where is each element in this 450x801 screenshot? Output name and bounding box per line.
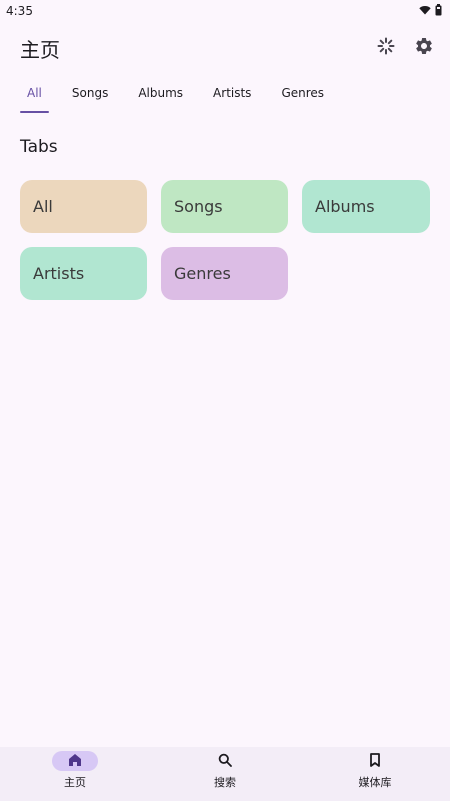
app-bar-actions [374, 36, 436, 60]
nav-search[interactable]: 搜索 [175, 751, 275, 790]
nav-search-pill [202, 751, 248, 771]
nav-home-label: 主页 [64, 776, 86, 789]
app-bar: 主页 [0, 28, 450, 68]
shuffle-icon [377, 37, 395, 59]
gear-icon [414, 36, 434, 60]
shuffle-button[interactable] [374, 36, 398, 60]
bottom-navigation: 主页 搜索 媒体库 [0, 747, 450, 801]
search-icon [218, 752, 232, 771]
tab-albums[interactable]: Albums [131, 80, 190, 108]
status-bar: 4:35 [0, 0, 450, 22]
home-icon [68, 752, 82, 771]
nav-home-pill [52, 751, 98, 771]
nav-library[interactable]: 媒体库 [325, 751, 425, 790]
bookmark-icon [369, 752, 381, 771]
section-title: Tabs [20, 137, 58, 157]
tab-artists[interactable]: Artists [206, 80, 258, 108]
tabs-chip-grid: All Songs Albums Artists Genres [20, 180, 430, 300]
nav-library-pill [352, 751, 398, 771]
nav-library-label: 媒体库 [358, 776, 392, 789]
tab-all[interactable]: All [20, 80, 49, 113]
status-time: 4:35 [6, 4, 33, 18]
chip-albums[interactable]: Albums [302, 180, 430, 233]
chip-genres[interactable]: Genres [161, 247, 288, 300]
tab-genres[interactable]: Genres [274, 80, 331, 108]
nav-search-label: 搜索 [214, 776, 236, 789]
wifi-icon [419, 4, 431, 18]
page-title: 主页 [20, 37, 60, 62]
chip-artists[interactable]: Artists [20, 247, 147, 300]
status-icons [419, 3, 442, 19]
chip-songs[interactable]: Songs [161, 180, 288, 233]
tab-songs[interactable]: Songs [65, 80, 115, 108]
battery-icon [435, 3, 442, 19]
chip-all[interactable]: All [20, 180, 147, 233]
settings-button[interactable] [412, 36, 436, 60]
nav-home[interactable]: 主页 [25, 751, 125, 790]
tab-bar: All Songs Albums Artists Genres [0, 80, 450, 114]
